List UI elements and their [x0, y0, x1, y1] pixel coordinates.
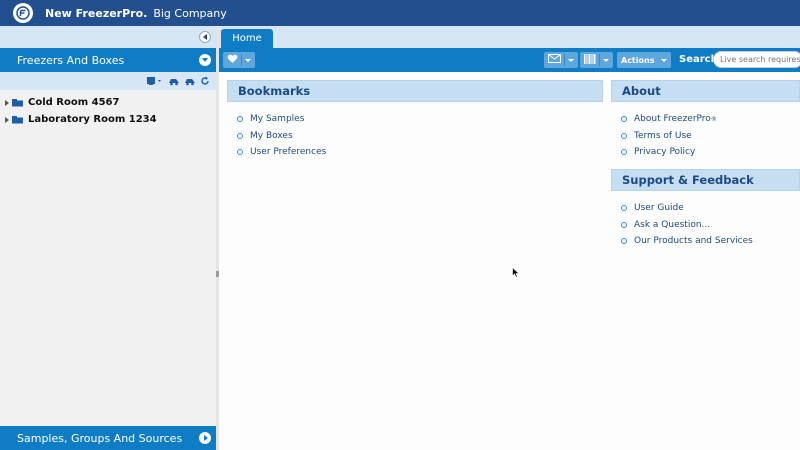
chevron-right-icon[interactable]: [5, 116, 9, 123]
bookmarks-panel: Bookmarks My Samples My Boxes User Prefe…: [227, 80, 603, 161]
actions-label: Actions: [621, 55, 655, 65]
chevron-down-icon: [603, 58, 609, 62]
about-list: About FreezerPro ® Terms of Use Privacy P…: [611, 102, 800, 161]
bullet-icon: [621, 238, 627, 245]
sidebar-collapse-row: [0, 26, 216, 48]
registered-mark: ®: [710, 115, 717, 123]
freezers-panel-title: Freezers And Boxes: [17, 53, 125, 67]
bookmark-user-preferences[interactable]: User Preferences: [237, 144, 603, 161]
bookmarks-title: Bookmarks: [227, 80, 603, 102]
samples-panel-header[interactable]: Samples, Groups And Sources: [0, 426, 216, 450]
folder-icon: [12, 115, 24, 124]
support-title: Support & Feedback: [611, 169, 800, 191]
messages-button[interactable]: [544, 52, 578, 68]
bullet-icon: [621, 132, 627, 139]
truck-icon[interactable]: [168, 77, 180, 86]
support-panel: Support & Feedback User Guide Ask a Ques…: [611, 169, 800, 250]
chevron-down-icon: [245, 58, 251, 62]
bullet-icon: [237, 116, 243, 123]
link-label[interactable]: Privacy Policy: [634, 147, 695, 157]
link-label[interactable]: User Preferences: [250, 147, 326, 157]
bullet-icon: [237, 149, 243, 156]
refresh-icon[interactable]: [200, 76, 210, 86]
link-label[interactable]: Ask a Question...: [634, 220, 710, 230]
link-label[interactable]: My Boxes: [250, 131, 293, 141]
link-label[interactable]: Terms of Use: [634, 131, 692, 141]
bullet-icon: [621, 205, 627, 212]
user-guide-link[interactable]: User Guide: [621, 200, 800, 217]
about-freezerpro-link[interactable]: About FreezerPro ®: [621, 111, 800, 128]
bookmark-my-samples[interactable]: My Samples: [237, 111, 603, 128]
bullet-icon: [621, 221, 627, 228]
splitter-handle[interactable]: [216, 271, 219, 277]
bullet-icon: [621, 116, 627, 123]
tree-item-laboratory-room[interactable]: Laboratory Room 1234: [0, 111, 216, 128]
link-label[interactable]: Our Products and Services: [634, 236, 753, 246]
chevron-down-icon[interactable]: [199, 54, 211, 66]
chevron-right-icon[interactable]: [5, 99, 9, 106]
barcode-button[interactable]: [580, 52, 613, 68]
tree-item-label: Laboratory Room 1234: [28, 114, 157, 125]
about-panel: About About FreezerPro ® Terms of Use Pri…: [611, 80, 800, 161]
bookmarks-list: My Samples My Boxes User Preferences: [227, 102, 603, 161]
privacy-policy-link[interactable]: Privacy Policy: [621, 144, 800, 161]
samples-panel-title: Samples, Groups And Sources: [17, 431, 183, 445]
tree-item-cold-room[interactable]: Cold Room 4567: [0, 94, 216, 111]
chevron-down-icon: [568, 58, 574, 62]
products-services-link[interactable]: Our Products and Services: [621, 233, 800, 250]
freezer-tree: Cold Room 4567 Laboratory Room 1234: [0, 90, 216, 128]
about-title: About: [611, 80, 800, 102]
bookmark-my-boxes[interactable]: My Boxes: [237, 128, 603, 145]
freezerpro-logo-icon[interactable]: [13, 3, 33, 23]
heart-icon: [227, 54, 238, 67]
chevron-down-icon: [661, 58, 667, 62]
barcode-icon: [584, 53, 596, 67]
folder-icon: [12, 98, 24, 107]
bullet-icon: [237, 132, 243, 139]
freezers-panel-header[interactable]: Freezers And Boxes: [0, 48, 216, 72]
mouse-pointer-icon: [512, 266, 520, 281]
collapse-left-icon[interactable]: [199, 31, 211, 43]
bullet-icon: [621, 149, 627, 156]
sidebar: Freezers And Boxes Cold Room 4567 Labora…: [0, 26, 216, 450]
main-toolbar: Actions Search:: [219, 48, 800, 72]
chevron-right-icon[interactable]: [199, 432, 211, 444]
terms-of-use-link[interactable]: Terms of Use: [621, 128, 800, 145]
search-input[interactable]: [713, 51, 800, 68]
support-list: User Guide Ask a Question... Our Product…: [611, 191, 800, 250]
tree-toolbar: [0, 72, 216, 90]
tree-item-label: Cold Room 4567: [28, 97, 120, 108]
favorites-button[interactable]: [223, 52, 255, 68]
tab-strip: Home: [219, 26, 800, 48]
ask-question-link[interactable]: Ask a Question...: [621, 217, 800, 234]
app-brand: New FreezerPro.: [45, 6, 148, 20]
tab-home[interactable]: Home: [221, 29, 273, 48]
mail-icon: [548, 54, 561, 66]
link-label[interactable]: About FreezerPro: [634, 114, 711, 124]
sidebar-splitter[interactable]: [216, 26, 219, 450]
actions-button[interactable]: Actions: [617, 52, 671, 68]
add-freezer-icon[interactable]: [146, 76, 164, 86]
truck-icon[interactable]: [184, 77, 196, 86]
link-label[interactable]: User Guide: [634, 203, 684, 213]
app-header: New FreezerPro. Big Company: [0, 0, 800, 26]
company-name: Big Company: [153, 6, 227, 20]
link-label[interactable]: My Samples: [250, 114, 304, 124]
